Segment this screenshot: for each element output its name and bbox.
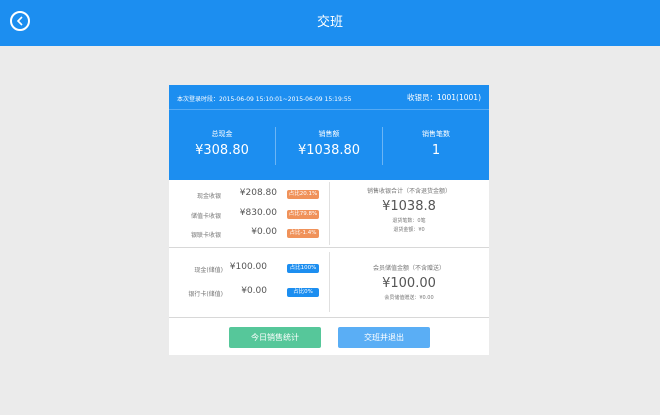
payment-label: 银联卡收银 [190,232,221,239]
handover-exit-button[interactable]: 交班并退出 [338,327,430,348]
section-separator [169,317,489,318]
payment-label: 现金收银 [196,193,221,200]
page-title: 交班 [316,15,343,30]
ratio-badge: 占比100% [287,264,319,273]
payment-row: 银联卡收银 ¥0.00 占比-1.4% [169,226,329,240]
recharge-row: 现金(储值) ¥100.00 占比100% [169,261,329,275]
stat-value: ¥308.80 [195,143,249,158]
recharge-value: ¥0.00 [241,286,267,296]
sales-summary: 销售收银合计（不含退货金额） ¥1038.8 退货笔数：0笔 退货金额：¥0 [329,186,489,233]
ratio-badge: 占比0% [287,288,319,297]
summary-header: 本次登录时段：2015-06-09 15:10:01~2015-06-09 15… [169,85,489,180]
payment-value: ¥208.80 [239,188,277,198]
return-count: 退货笔数：0笔 [392,218,426,224]
recharge-section: 现金(储值) ¥100.00 占比100% 银行卡(储值) ¥0.00 占比0%… [169,248,489,317]
ratio-badge: 占比79.8% [287,210,319,219]
recharge-label: 银行卡(储值) [188,291,223,298]
stat-total-cash: 总现金 ¥308.80 [169,129,275,158]
stat-label: 销售额 [318,130,340,138]
stat-label: 总现金 [211,130,233,138]
stat-label: 销售笔数 [422,130,450,138]
payment-value: ¥830.00 [239,208,277,218]
stat-sales-amount: 销售额 ¥1038.80 [276,129,382,158]
payment-value: ¥0.00 [251,227,277,237]
stat-value: 1 [431,143,441,158]
recharge-row: 银行卡(储值) ¥0.00 占比0% [169,285,329,299]
summary-amount: ¥1038.8 [382,199,436,214]
recharge-value: ¥100.00 [229,262,267,272]
handover-card: 本次登录时段：2015-06-09 15:10:01~2015-06-09 15… [169,85,489,355]
recharge-label: 现金(储值) [194,267,223,274]
ratio-badge: 占比20.1% [287,190,319,199]
summary-heading: 会员储值金额（不含赠送） [372,265,445,272]
payment-row: 储值卡收银 ¥830.00 占比79.8% [169,207,329,221]
summary-heading: 销售收银合计（不含退货金额） [366,188,451,195]
header-divider [169,109,489,110]
summary-amount: ¥100.00 [382,276,436,291]
cashier-label: 收银员：1001(1001) [406,93,481,102]
stat-sales-count: 销售笔数 1 [383,129,489,158]
payment-label: 储值卡收银 [190,213,221,220]
member-summary: 会员储值金额（不含赠送） ¥100.00 会员储值赠送：¥0.00 [329,263,489,301]
login-time-range: 本次登录时段：2015-06-09 15:10:01~2015-06-09 15… [177,96,352,103]
member-gift: 会员储值赠送：¥0.00 [384,295,434,301]
today-sales-stats-button[interactable]: 今日销售统计 [229,327,321,348]
top-bar: 交班 [0,0,660,46]
ratio-badge: 占比-1.4% [287,229,319,238]
payment-section: 现金收银 ¥208.80 占比20.1% 储值卡收银 ¥830.00 占比79.… [169,180,489,247]
payment-row: 现金收银 ¥208.80 占比20.1% [169,187,329,201]
return-amount: 退货金额：¥0 [393,227,425,233]
stat-value: ¥1038.80 [297,143,361,158]
